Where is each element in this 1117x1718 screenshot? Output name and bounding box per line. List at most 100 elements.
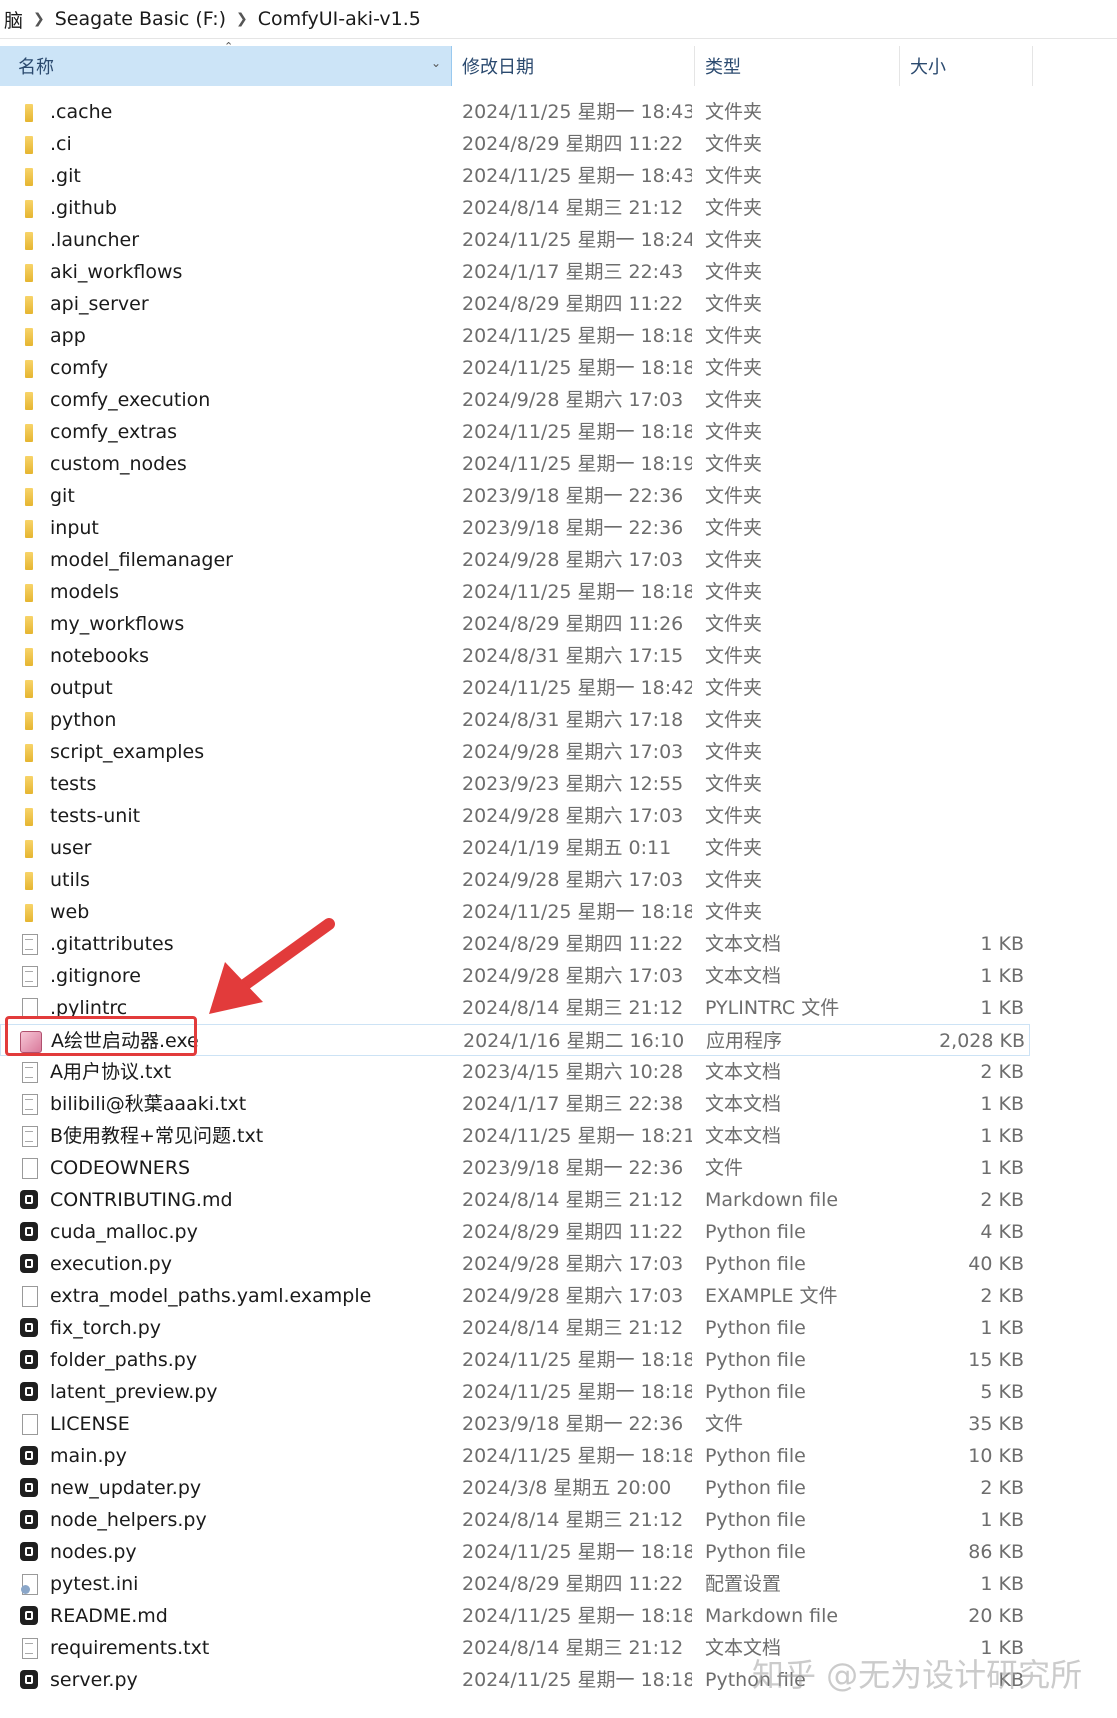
file-row[interactable]: input 2023/9/18 星期一 22:36 文件夹 xyxy=(0,512,1030,544)
chevron-down-icon[interactable]: ⌄ xyxy=(431,56,441,70)
file-type: 文件夹 xyxy=(705,101,763,123)
file-row[interactable]: LICENSE 2023/9/18 星期一 22:36 文件 35 KB xyxy=(0,1408,1030,1440)
folder-icon xyxy=(18,837,40,859)
file-row[interactable]: A用户协议.txt 2023/4/15 星期六 10:28 文本文档 2 KB xyxy=(0,1056,1030,1088)
file-row[interactable]: tests 2023/9/23 星期六 12:55 文件夹 xyxy=(0,768,1030,800)
file-row[interactable]: web 2024/11/25 星期一 18:18 文件夹 xyxy=(0,896,1030,928)
breadcrumb-item[interactable]: ComfyUI-aki-v1.5 xyxy=(254,8,425,30)
file-row[interactable]: comfy_extras 2024/11/25 星期一 18:18 文件夹 xyxy=(0,416,1030,448)
file-row[interactable]: git 2023/9/18 星期一 22:36 文件夹 xyxy=(0,480,1030,512)
file-date: 2023/9/23 星期六 12:55 xyxy=(462,773,684,795)
file-name-cell: fix_torch.py xyxy=(18,1312,448,1344)
file-name-cell: node_helpers.py xyxy=(18,1504,448,1536)
file-row[interactable]: custom_nodes 2024/11/25 星期一 18:19 文件夹 xyxy=(0,448,1030,480)
file-row[interactable]: cuda_malloc.py 2024/8/29 星期四 11:22 Python … xyxy=(0,1216,1030,1248)
chevron-right-icon[interactable]: ❯ xyxy=(230,11,254,27)
breadcrumb-item[interactable]: 脑 xyxy=(0,6,27,33)
file-row[interactable]: .cache 2024/11/25 星期一 18:43 文件夹 xyxy=(0,96,1030,128)
file-row[interactable]: aki_workflows 2024/1/17 星期三 22:43 文件夹 xyxy=(0,256,1030,288)
file-type: Python file xyxy=(705,1253,806,1275)
file-row[interactable]: main.py 2024/11/25 星期一 18:18 Python file 10… xyxy=(0,1440,1030,1472)
folder-icon xyxy=(18,773,40,795)
file-name-cell: utils xyxy=(18,864,448,896)
file-row[interactable]: .gitignore 2024/9/28 星期六 17:03 文本文档 1 KB xyxy=(0,960,1030,992)
file-row[interactable]: tests-unit 2024/9/28 星期六 17:03 文件夹 xyxy=(0,800,1030,832)
file-name-cell: tests-unit xyxy=(18,800,448,832)
file-row[interactable]: output 2024/11/25 星期一 18:42 文件夹 xyxy=(0,672,1030,704)
file-size xyxy=(900,576,1024,608)
file-name: my_workflows xyxy=(50,613,185,635)
file-date: 2024/11/25 星期一 18:19 xyxy=(462,453,692,475)
file-row[interactable]: comfy_execution 2024/9/28 星期六 17:03 文件夹 xyxy=(0,384,1030,416)
file-type: 文件夹 xyxy=(705,229,763,251)
column-header-type[interactable]: 类型 xyxy=(695,46,900,86)
file-type: 文本文档 xyxy=(705,1061,782,1083)
file-row[interactable]: extra_model_paths.yaml.example 2024/9/28 … xyxy=(0,1280,1030,1312)
file-row[interactable]: .github 2024/8/14 星期三 21:12 文件夹 xyxy=(0,192,1030,224)
file-type: 文件夹 xyxy=(705,421,763,443)
file-date: 2024/11/25 星期一 18:18 xyxy=(462,1669,692,1691)
file-row[interactable]: pytest.ini 2024/8/29 星期四 11:22 配置设置 1 KB xyxy=(0,1568,1030,1600)
file-type: 文件夹 xyxy=(705,837,763,859)
py-icon xyxy=(18,1349,40,1371)
py-icon xyxy=(18,1669,40,1691)
file-name: README.md xyxy=(50,1605,168,1627)
file-row[interactable]: python 2024/8/31 星期六 17:18 文件夹 xyxy=(0,704,1030,736)
file-size: 1 KB xyxy=(980,1509,1024,1531)
file-date: 2024/11/25 星期一 18:42 xyxy=(462,677,692,699)
column-header-size[interactable]: 大小 xyxy=(900,46,1033,86)
file-row[interactable]: user 2024/1/19 星期五 0:11 文件夹 xyxy=(0,832,1030,864)
file-name-cell: api_server xyxy=(18,288,448,320)
file-row[interactable]: README.md 2024/11/25 星期一 18:18 Markdown fi… xyxy=(0,1600,1030,1632)
file-type: 文件夹 xyxy=(705,261,763,283)
file-type: 文件 xyxy=(705,1413,744,1435)
file-row[interactable]: app 2024/11/25 星期一 18:18 文件夹 xyxy=(0,320,1030,352)
file-row[interactable]: .ci 2024/8/29 星期四 11:22 文件夹 xyxy=(0,128,1030,160)
file-row[interactable]: .git 2024/11/25 星期一 18:43 文件夹 xyxy=(0,160,1030,192)
py-icon xyxy=(18,1221,40,1243)
file-name-cell: CONTRIBUTING.md xyxy=(18,1184,448,1216)
file-row[interactable]: CODEOWNERS 2023/9/18 星期一 22:36 文件 1 KB xyxy=(0,1152,1030,1184)
file-row[interactable]: bilibili@秋葉aaaki.txt 2024/1/17 星期三 22:38 文… xyxy=(0,1088,1030,1120)
chevron-right-icon[interactable]: ❯ xyxy=(27,11,51,27)
file-row[interactable]: nodes.py 2024/11/25 星期一 18:18 Python file 8… xyxy=(0,1536,1030,1568)
file-row[interactable]: folder_paths.py 2024/11/25 星期一 18:18 Pytho… xyxy=(0,1344,1030,1376)
file-row[interactable]: CONTRIBUTING.md 2024/8/14 星期三 21:12 Markdo… xyxy=(0,1184,1030,1216)
file-name: new_updater.py xyxy=(50,1477,202,1499)
file-name: server.py xyxy=(50,1669,138,1691)
py-icon xyxy=(18,1477,40,1499)
file-name-cell: latent_preview.py xyxy=(18,1376,448,1408)
file-type: EXAMPLE 文件 xyxy=(705,1285,838,1307)
file-name: comfy_execution xyxy=(50,389,211,411)
breadcrumb-item[interactable]: Seagate Basic (F:) xyxy=(51,8,230,30)
file-row[interactable]: .launcher 2024/11/25 星期一 18:24 文件夹 xyxy=(0,224,1030,256)
file-type: 文件夹 xyxy=(705,517,763,539)
column-header-date[interactable]: 修改日期 xyxy=(452,46,695,86)
file-name: tests xyxy=(50,773,97,795)
file-row[interactable]: .gitattributes 2024/8/29 星期四 11:22 文本文档 1 K… xyxy=(0,928,1030,960)
file-row[interactable]: comfy 2024/11/25 星期一 18:18 文件夹 xyxy=(0,352,1030,384)
file-row[interactable]: notebooks 2024/8/31 星期六 17:15 文件夹 xyxy=(0,640,1030,672)
file-row[interactable]: latent_preview.py 2024/11/25 星期一 18:18 Pyt… xyxy=(0,1376,1030,1408)
file-row[interactable]: B使用教程+常见问题.txt 2024/11/25 星期一 18:21 文本文档 1 … xyxy=(0,1120,1030,1152)
file-name-cell: comfy_extras xyxy=(18,416,448,448)
file-date: 2024/8/29 星期四 11:22 xyxy=(462,133,684,155)
file-row[interactable]: model_filemanager 2024/9/28 星期六 17:03 文件夹 xyxy=(0,544,1030,576)
file-name-cell: B使用教程+常见问题.txt xyxy=(18,1120,448,1152)
file-name: fix_torch.py xyxy=(50,1317,162,1339)
file-row[interactable]: utils 2024/9/28 星期六 17:03 文件夹 xyxy=(0,864,1030,896)
file-row[interactable]: execution.py 2024/9/28 星期六 17:03 Python fi… xyxy=(0,1248,1030,1280)
file-name: A用户协议.txt xyxy=(50,1061,172,1083)
column-header-name[interactable]: 名称 ⌃ ⌄ xyxy=(0,40,452,86)
file-row[interactable]: script_examples 2024/9/28 星期六 17:03 文件夹 xyxy=(0,736,1030,768)
file-row[interactable]: node_helpers.py 2024/8/14 星期三 21:12 Python… xyxy=(0,1504,1030,1536)
file-row[interactable]: models 2024/11/25 星期一 18:18 文件夹 xyxy=(0,576,1030,608)
file-row[interactable]: new_updater.py 2024/3/8 星期五 20:00 Python f… xyxy=(0,1472,1030,1504)
file-name-cell: folder_paths.py xyxy=(18,1344,448,1376)
file-size xyxy=(900,384,1024,416)
file-row[interactable]: my_workflows 2024/8/29 星期四 11:26 文件夹 xyxy=(0,608,1030,640)
file-name-cell: custom_nodes xyxy=(18,448,448,480)
file-row[interactable]: api_server 2024/8/29 星期四 11:22 文件夹 xyxy=(0,288,1030,320)
folder-icon xyxy=(18,485,40,507)
file-row[interactable]: fix_torch.py 2024/8/14 星期三 21:12 Python fi… xyxy=(0,1312,1030,1344)
